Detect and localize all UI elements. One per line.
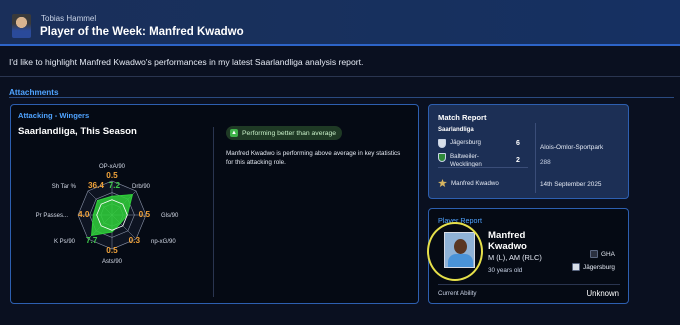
match-column-divider (535, 123, 536, 193)
radar-value-label: 7.2 (109, 181, 121, 190)
home-crest-icon (438, 139, 446, 148)
attachments-divider (9, 97, 674, 98)
highlight-circle (427, 222, 483, 281)
divider (0, 76, 680, 77)
message-body: I'd like to highlight Manfred Kwadwo's p… (9, 57, 364, 67)
away-crest-icon (438, 153, 446, 162)
message-subject: Player of the Week: Manfred Kwadwo (40, 26, 244, 38)
sender-avatar[interactable] (12, 14, 31, 38)
player-positions: M (L), AM (RLC) (488, 253, 542, 262)
club-name: Jägersburg (583, 263, 615, 271)
nationality[interactable]: GHA (590, 250, 615, 258)
player-age: 30 years old (488, 267, 523, 274)
player-of-match: Manfred Kwadwo (438, 179, 499, 187)
competition-name: Saarlandliga (438, 127, 474, 133)
attendance: 288 (540, 159, 551, 166)
radar-axis-label: Drb/90 (132, 184, 151, 190)
radar-value-label: 0.5 (106, 171, 118, 180)
player-of-match-name: Manfred Kwadwo (451, 179, 499, 187)
flag-icon (590, 250, 598, 258)
match-divider (438, 167, 528, 168)
attachments-heading: Attachments (9, 88, 59, 97)
thumbs-up-icon: ▲ (230, 129, 238, 137)
analysis-attachment[interactable]: Attacking - Wingers Saarlandliga, This S… (10, 104, 419, 304)
radar-chart: OP-xA/900.5Drb/907.2Gls/900.5np-xG/900.3… (36, 164, 179, 265)
radar-value-label: 0.3 (129, 236, 141, 245)
player-divider (438, 284, 620, 285)
radar-axis-label: np-xG/90 (151, 239, 176, 245)
nationality-code: GHA (601, 250, 615, 258)
sender-name[interactable]: Tobias Hammel (41, 14, 96, 23)
match-report-attachment[interactable]: Match Report Saarlandliga Jägersburg 6 B… (428, 104, 629, 199)
panel-divider (213, 127, 214, 297)
club-crest-icon (572, 263, 580, 271)
current-ability-label: Current Ability (438, 290, 477, 297)
badge-label: Performing better than average (242, 129, 337, 137)
player-first-name: Manfred (488, 230, 526, 241)
current-ability-value: Unknown (586, 289, 619, 298)
radar-axis-label: K Ps/90 (54, 239, 76, 245)
message-header: Tobias Hammel Player of the Week: Manfre… (0, 0, 680, 46)
radar-value-label: 36.4 (88, 181, 104, 190)
radar-value-label: 7.7 (86, 236, 98, 245)
performance-badge: ▲ Performing better than average (226, 126, 343, 140)
player-last-name: Kwadwo (488, 241, 527, 252)
match-report-title: Match Report (438, 113, 487, 122)
match-date: 14th September 2025 (540, 181, 602, 188)
player-report-attachment[interactable]: Player Report Manfred Kwadwo M (L), AM (… (427, 208, 629, 304)
analysis-description: Manfred Kwadwo is performing above avera… (226, 150, 401, 166)
radar-axis-label: Sh Tar % (52, 184, 77, 190)
radar-axis-label: Gls/90 (161, 213, 179, 219)
venue: Alois-Omlor-Sportpark (540, 144, 604, 151)
home-team-name: Jägersburg (450, 139, 481, 146)
radar-value-label: 0.5 (106, 246, 118, 255)
star-icon (438, 179, 447, 187)
home-score: 6 (516, 140, 520, 147)
away-score: 2 (516, 157, 520, 164)
player-name[interactable]: Manfred Kwadwo (488, 230, 558, 252)
radar-axis-label: Pr Passes... (36, 213, 69, 219)
home-team-row: Jägersburg (438, 139, 481, 148)
radar-axis-label: Asts/90 (102, 259, 123, 265)
radar-axis-label: OP-xA/90 (99, 164, 126, 170)
radar-value-label: 0.5 (139, 210, 151, 219)
player-club[interactable]: Jägersburg (572, 263, 615, 271)
radar-value-label: 4.0 (78, 210, 90, 219)
